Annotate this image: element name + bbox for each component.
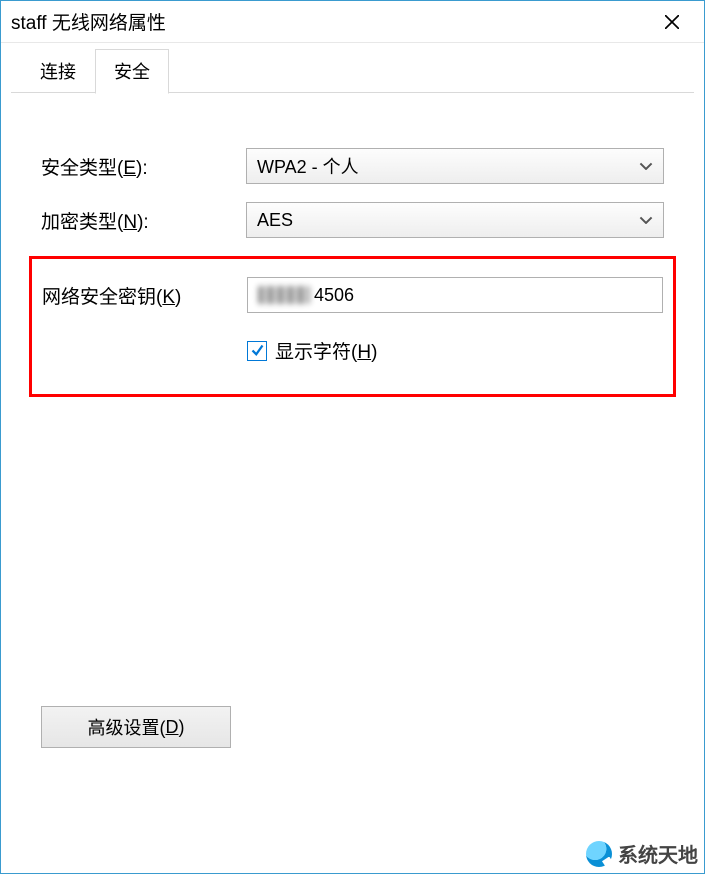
label-security-key: 网络安全密钥(K) <box>42 282 247 309</box>
annotation-highlight: 网络安全密钥(K) 4506 显示字符(H) <box>29 256 676 397</box>
watermark-text: 系统天地 <box>618 839 698 868</box>
password-visible-part: 4506 <box>314 285 354 306</box>
watermark-logo-icon <box>586 841 612 867</box>
select-security-type-value: WPA2 - 个人 <box>257 153 639 179</box>
close-button[interactable] <box>652 2 692 42</box>
select-encryption-type[interactable]: AES <box>246 202 664 238</box>
watermark: 系统天地 <box>586 839 698 868</box>
row-security-type: 安全类型(E): WPA2 - 个人 <box>41 148 664 184</box>
input-security-key[interactable]: 4506 <box>247 277 663 313</box>
tab-content-security: 安全类型(E): WPA2 - 个人 加密类型(N): AES <box>1 93 704 397</box>
password-masked-part <box>258 286 310 304</box>
row-security-key: 网络安全密钥(K) 4506 <box>42 277 663 313</box>
checkbox-show-characters[interactable] <box>247 341 267 361</box>
tab-connect[interactable]: 连接 <box>21 49 95 93</box>
tabstrip: 连接 安全 <box>1 53 704 93</box>
row-show-characters: 显示字符(H) <box>247 337 663 364</box>
check-icon <box>250 343 265 358</box>
chevron-down-icon <box>639 159 653 173</box>
window-title: staff 无线网络属性 <box>11 8 652 35</box>
chevron-down-icon <box>639 213 653 227</box>
wifi-properties-window: staff 无线网络属性 连接 安全 安全类型(E): WPA2 - 个人 <box>0 0 705 874</box>
select-security-type[interactable]: WPA2 - 个人 <box>246 148 664 184</box>
select-encryption-type-value: AES <box>257 210 639 231</box>
close-icon <box>665 15 679 29</box>
advanced-settings-button[interactable]: 高级设置(D) <box>41 706 231 748</box>
label-show-characters: 显示字符(H) <box>275 337 377 364</box>
row-encryption-type: 加密类型(N): AES <box>41 202 664 238</box>
tab-security[interactable]: 安全 <box>95 49 169 94</box>
titlebar: staff 无线网络属性 <box>1 1 704 43</box>
label-security-type: 安全类型(E): <box>41 153 246 180</box>
label-encryption-type: 加密类型(N): <box>41 207 246 234</box>
